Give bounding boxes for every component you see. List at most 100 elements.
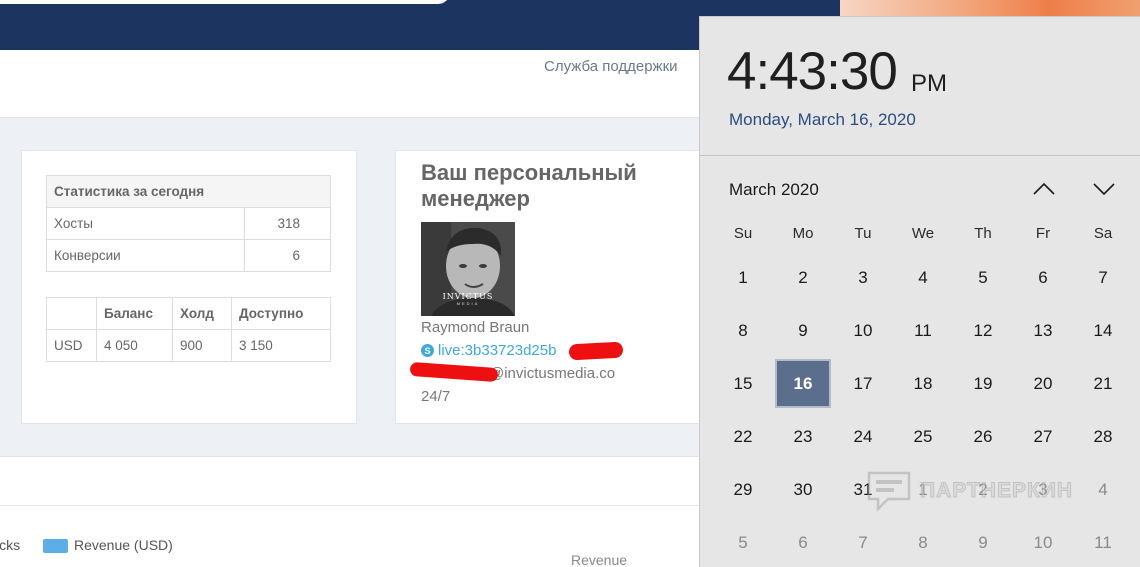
calendar-day[interactable]: 11 [1073,516,1133,567]
calendar-day[interactable]: 7 [1073,251,1133,304]
calendar-day[interactable]: 17 [833,357,893,410]
calendar-day[interactable]: 30 [773,463,833,516]
manager-name: Raymond Braun [421,319,530,336]
day-number: 15 [733,373,753,393]
balance-col-empty [46,297,97,330]
weekday-header: Su Mo Tu We Th Fr Sa [713,225,1133,251]
calendar-day[interactable]: 4 [1073,463,1133,516]
calendar-grid: Su Mo Tu We Th Fr Sa 1 2 3 4 5 6 7 8 9 10 11 12 13 14 15 16 17… [713,225,1133,567]
day-number: 5 [978,267,988,287]
calendar-day[interactable]: 5 [713,516,773,567]
manager-email[interactable]: @invictusmedia.co [489,365,615,382]
calendar-day[interactable]: 3 [833,251,893,304]
calendar-day[interactable]: 22 [713,410,773,463]
day-number: 1 [738,267,748,287]
calendar-day[interactable]: 9 [773,304,833,357]
calendar-week: 22 23 24 25 26 27 28 [713,410,1133,463]
balance-col-available: Доступно [231,297,331,330]
calendar-day[interactable]: 1 [713,251,773,304]
table-row: USD 4 050 900 3 150 [46,329,331,362]
next-month-button[interactable] [1089,174,1119,204]
calendar-day[interactable]: 10 [1013,516,1073,567]
day-number: 16 [775,359,831,408]
calendar-week: 8 9 10 11 12 13 14 [713,304,1133,357]
day-number: 9 [798,320,808,340]
day-number: 26 [973,426,993,446]
calendar-day[interactable]: 15 [713,357,773,410]
chat-bubble-icon [867,471,911,512]
calendar-day[interactable]: 24 [833,410,893,463]
day-number: 7 [858,532,868,552]
chevron-down-icon [1093,183,1115,196]
calendar-day[interactable]: 21 [1073,357,1133,410]
day-number: 6 [1038,267,1048,287]
calendar-day[interactable]: 12 [953,304,1013,357]
balance-col-balance: Баланс [96,297,173,330]
calendar-day[interactable]: 18 [893,357,953,410]
calendar-day[interactable]: 14 [1073,304,1133,357]
watermark: ПАРТНЕРКИН [866,470,1073,512]
calendar-day[interactable]: 2 [773,251,833,304]
support-link[interactable]: Служба поддержки [544,58,678,75]
day-number: 4 [1098,479,1108,499]
day-number: 7 [1098,267,1108,287]
axis-label: Revenue [571,552,628,567]
day-number: 21 [1093,373,1113,393]
weekday-label: Tu [854,225,872,242]
calendar-day[interactable]: 29 [713,463,773,516]
stats-table: Статистика за сегодня Хосты 318 Конверси… [46,175,331,272]
calendar-day[interactable]: 26 [953,410,1013,463]
day-number: 6 [798,532,808,552]
stats-value: 318 [244,207,331,240]
day-number: 24 [853,426,873,446]
legend-clicks[interactable]: icks [0,537,20,553]
redaction-mark [568,341,624,361]
calendar-day[interactable]: 9 [953,516,1013,567]
day-number: 25 [913,426,933,446]
previous-month-button[interactable] [1029,174,1059,204]
calendar-day[interactable]: 6 [773,516,833,567]
day-number: 20 [1033,373,1053,393]
divider [699,155,1140,156]
legend-revenue-swatch[interactable] [43,539,68,553]
calendar-day[interactable]: 5 [953,251,1013,304]
clock-time: 4:43:30 [727,42,898,101]
calendar-month[interactable]: March 2020 [729,180,819,200]
skype-icon: S [421,344,434,357]
balance-table: Баланс Холд Доступно USD 4 050 900 3 150 [46,297,331,362]
day-number: 4 [918,267,928,287]
calendar-day[interactable]: 23 [773,410,833,463]
calendar-day[interactable]: 27 [1013,410,1073,463]
stats-value: 6 [244,239,331,272]
clock-date[interactable]: Monday, March 16, 2020 [729,110,916,130]
legend-revenue[interactable]: Revenue (USD) [74,537,173,553]
calendar-day[interactable]: 11 [893,304,953,357]
calendar-day[interactable]: 13 [1013,304,1073,357]
day-number: 10 [853,320,873,340]
day-number: 29 [733,479,753,499]
calendar-day[interactable]: 28 [1073,410,1133,463]
hold-value: 900 [172,329,232,362]
day-number: 30 [793,479,813,499]
desktop-background [840,0,1140,16]
calendar-day[interactable]: 19 [953,357,1013,410]
calendar-week: 1 2 3 4 5 6 7 [713,251,1133,304]
day-number: 11 [914,320,932,340]
logo-subtext: MEDIA [456,301,480,306]
skype-link[interactable]: S live:3b33723d25b [421,342,556,359]
calendar-day-today[interactable]: 16 [773,357,833,410]
avatar: INVICTUS MEDIA [421,222,515,316]
calendar-day[interactable]: 20 [1013,357,1073,410]
calendar-week: 15 16 17 18 19 20 21 [713,357,1133,410]
day-number: 8 [918,532,928,552]
calendar-day[interactable]: 8 [713,304,773,357]
calendar-day[interactable]: 25 [893,410,953,463]
header-search-input[interactable] [0,0,450,4]
calendar-day[interactable]: 7 [833,516,893,567]
skype-id: live:3b33723d25b [438,342,557,359]
calendar-day[interactable]: 4 [893,251,953,304]
balance-currency: USD [46,329,97,362]
calendar-day[interactable]: 6 [1013,251,1073,304]
calendar-day[interactable]: 10 [833,304,893,357]
calendar-day[interactable]: 8 [893,516,953,567]
